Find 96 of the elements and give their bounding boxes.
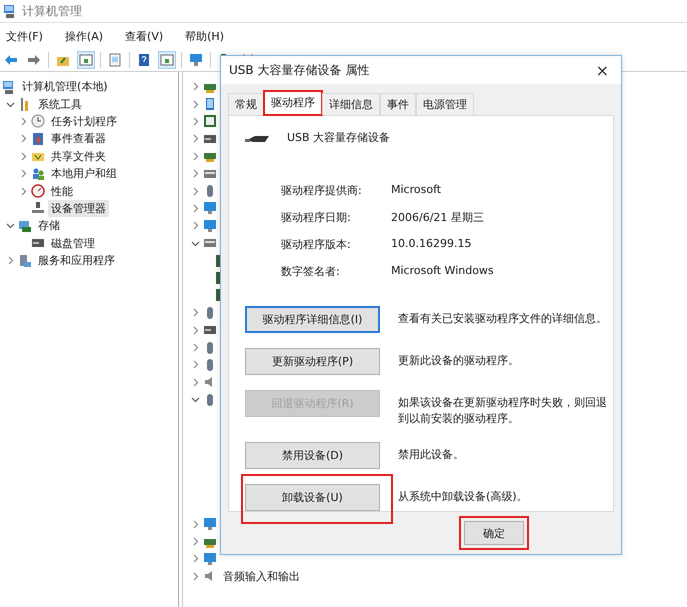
window-title: 计算机管理	[22, 2, 82, 20]
expand-chevron-icon[interactable]	[191, 378, 200, 387]
expand-chevron-icon[interactable]	[19, 134, 28, 144]
services-icon	[18, 254, 32, 268]
storage-icon	[18, 218, 32, 233]
forward-arrow-icon	[27, 53, 41, 67]
help-icon	[137, 53, 151, 67]
expand-chevron-icon[interactable]	[191, 520, 200, 529]
collapse-chevron-icon[interactable]	[6, 100, 15, 109]
collapse-chevron-icon[interactable]	[191, 238, 200, 248]
expand-chevron-icon[interactable]	[191, 204, 200, 213]
expand-chevron-icon[interactable]	[191, 343, 200, 352]
tab[interactable]: 常规	[228, 93, 264, 115]
close-button[interactable]: ×	[592, 60, 613, 80]
action-description: 从系统中卸载设备(高级)。	[398, 488, 529, 505]
chip-icon	[203, 114, 217, 128]
tab[interactable]: 驱动程序	[264, 91, 322, 115]
toolbar-button[interactable]	[158, 51, 176, 69]
tree-item[interactable]: 共享文件夹	[48, 148, 109, 165]
expand-chevron-icon[interactable]	[191, 308, 200, 318]
property-value: 10.0.16299.15	[391, 237, 472, 252]
tree-item[interactable]: 存储	[35, 217, 63, 234]
computer-icon	[2, 80, 16, 94]
dialog-title: USB 大容量存储设备 属性	[229, 62, 370, 78]
device-manager-icon	[31, 201, 45, 216]
expand-chevron-icon[interactable]	[191, 326, 200, 335]
property-label: 数字签名者:	[281, 264, 341, 279]
gauge-icon	[31, 184, 45, 198]
expand-chevron-icon[interactable]	[191, 116, 200, 126]
expand-chevron-icon[interactable]	[19, 116, 28, 126]
tablet-icon	[203, 97, 217, 112]
property-label: 驱动程序提供商:	[281, 183, 363, 198]
property-value: 2006/6/21 星期三	[391, 210, 485, 225]
property-value: Microsoft	[391, 183, 442, 198]
tree-item[interactable]: 磁盘管理	[48, 234, 98, 252]
expand-chevron-icon[interactable]	[19, 186, 28, 196]
tree-item[interactable]: 性能	[48, 182, 76, 200]
expand-chevron-icon[interactable]	[191, 186, 200, 196]
tree-item[interactable]: 服务和应用程序	[35, 252, 118, 270]
window-icon	[160, 53, 174, 67]
menu-item[interactable]: 查看(V)	[123, 28, 166, 45]
export-list-icon	[108, 53, 122, 67]
expand-chevron-icon[interactable]	[191, 134, 200, 144]
monitor-icon	[203, 517, 217, 532]
tab[interactable]: 详细信息	[322, 93, 380, 115]
tree-item[interactable]: 计算机管理(本地)	[19, 78, 111, 96]
action-button[interactable]: 卸载设备(U)	[245, 484, 380, 511]
action-button[interactable]: 更新驱动程序(P)	[245, 348, 380, 375]
expand-chevron-icon[interactable]	[191, 537, 200, 546]
property-label: 驱动程序日期:	[281, 210, 352, 225]
event-log-icon	[31, 132, 45, 146]
expand-chevron-icon[interactable]	[191, 100, 200, 109]
tree-item[interactable]: 音频输入和输出	[220, 568, 303, 585]
property-label: 驱动程序版本:	[281, 237, 352, 252]
menu-item[interactable]: 操作(A)	[62, 28, 106, 45]
expand-chevron-icon[interactable]	[191, 82, 200, 92]
monitor-icon	[203, 552, 217, 566]
device-name: USB 大容量存储设备	[287, 130, 390, 145]
tab[interactable]: 电源管理	[416, 93, 474, 115]
window-icon	[79, 53, 93, 67]
expand-chevron-icon[interactable]	[191, 152, 200, 161]
menu-item[interactable]: 帮助(H)	[183, 28, 226, 45]
expand-chevron-icon[interactable]	[191, 554, 200, 564]
property-value: Microsoft Windows	[391, 264, 495, 279]
monitor-icon	[203, 201, 217, 216]
collapse-chevron-icon[interactable]	[191, 395, 200, 404]
action-button[interactable]: 禁用设备(D)	[245, 442, 380, 469]
expand-chevron-icon[interactable]	[191, 221, 200, 230]
tree-item[interactable]: 本地用户和组	[48, 165, 120, 182]
tree-item[interactable]: 任务计划程序	[48, 112, 120, 130]
tab[interactable]: 事件	[380, 93, 416, 115]
tree-item[interactable]: 系统工具	[35, 96, 85, 113]
back-arrow-icon	[4, 53, 18, 67]
action-description: 更新此设备的驱动程序。	[398, 353, 520, 369]
toolbar-button[interactable]	[77, 51, 95, 69]
action-description: 禁用此设备。	[398, 446, 465, 463]
expand-chevron-icon[interactable]	[6, 256, 15, 266]
users-icon	[31, 166, 45, 181]
ok-button[interactable]: 确定	[464, 521, 524, 545]
toolbar-button[interactable]	[187, 51, 205, 69]
expand-chevron-icon[interactable]	[19, 169, 28, 178]
monitor-icon	[203, 218, 217, 233]
clock-icon	[31, 114, 45, 128]
menu-item[interactable]: 文件(F)	[4, 28, 45, 45]
collapse-chevron-icon[interactable]	[6, 221, 15, 230]
action-description: 查看有关已安装驱动程序文件的详细信息。	[398, 311, 608, 327]
action-button[interactable]: 驱动程序详细信息(I)	[245, 306, 380, 333]
tree-item[interactable]: 设备管理器	[48, 200, 109, 217]
expand-chevron-icon[interactable]	[191, 572, 200, 581]
tree-item[interactable]: 事件查看器	[48, 130, 109, 148]
expand-chevron-icon[interactable]	[191, 360, 200, 370]
action-description: 如果该设备在更新驱动程序时失败，则回退到以前安装的驱动程序。	[398, 395, 608, 427]
expand-chevron-icon[interactable]	[191, 169, 200, 178]
expand-chevron-icon[interactable]	[19, 152, 28, 161]
monitor-icon	[189, 53, 203, 67]
computer-icon	[3, 4, 17, 18]
